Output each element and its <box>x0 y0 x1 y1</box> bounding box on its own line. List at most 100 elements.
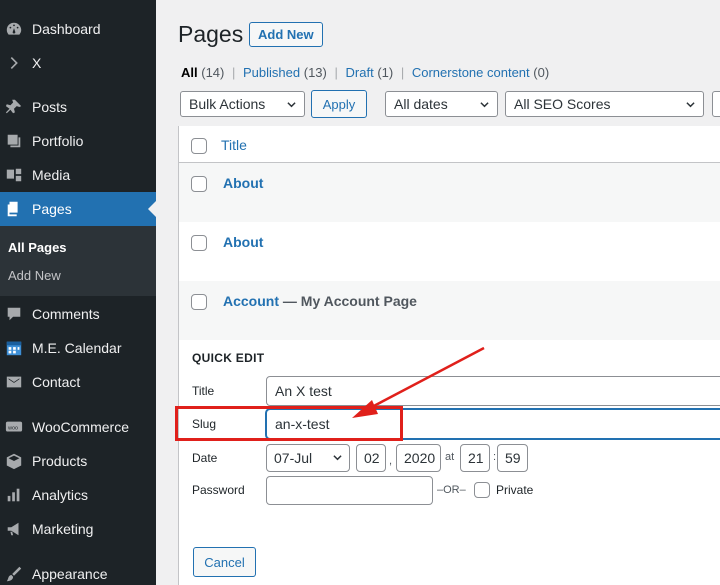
menu-x[interactable]: X <box>0 46 156 80</box>
seo-scores-select[interactable]: All SEO Scores <box>505 91 704 117</box>
menu-products[interactable]: Products <box>0 444 156 478</box>
main-content: Pages Add New All (14) | Published (13) … <box>156 0 720 585</box>
chevron-down-icon <box>333 455 342 461</box>
chevron-right-icon <box>4 53 24 73</box>
password-field-label: Password <box>192 483 245 497</box>
private-label: Private <box>496 483 534 497</box>
pages-icon <box>4 199 24 219</box>
menu-comments[interactable]: Comments <box>0 297 156 331</box>
menu-products-label: Products <box>32 453 88 469</box>
menu-me-calendar[interactable]: M.E. Calendar <box>0 331 156 365</box>
portfolio-icon <box>4 131 24 151</box>
private-checkbox[interactable] <box>474 482 490 498</box>
filter-cornerstone-count: (0) <box>533 65 550 80</box>
pushpin-icon <box>4 97 24 117</box>
table-header: Title <box>179 126 720 163</box>
row-title-text: Account <box>223 293 279 309</box>
add-new-page-button[interactable]: Add New <box>249 22 323 47</box>
title-field-label: Title <box>192 384 215 398</box>
calendar-icon <box>4 338 24 358</box>
menu-dashboard-label: Dashboard <box>32 21 101 37</box>
row-checkbox[interactable] <box>191 235 207 251</box>
envelope-icon <box>4 372 24 392</box>
submenu-add-new[interactable]: Add New <box>8 268 61 283</box>
column-title-header[interactable]: Title <box>221 137 247 153</box>
apply-button[interactable]: Apply <box>311 90 367 118</box>
menu-contact[interactable]: Contact <box>0 365 156 399</box>
date-comma: , <box>389 455 393 467</box>
menu-contact-label: Contact <box>32 374 81 390</box>
dates-filter-value: All dates <box>394 96 448 112</box>
comments-icon <box>4 304 24 324</box>
menu-pages[interactable]: Pages <box>0 192 156 226</box>
menu-portfolio-label: Portfolio <box>32 133 84 149</box>
pages-table: Title About About Account — My Account P… <box>178 126 720 585</box>
menu-marketing-label: Marketing <box>32 521 94 537</box>
quick-edit-heading: QUICK EDIT <box>192 351 265 365</box>
month-select[interactable]: 07-Jul <box>266 444 350 472</box>
menu-analytics[interactable]: Analytics <box>0 478 156 512</box>
filter-published-count: (13) <box>303 65 327 80</box>
or-separator: –OR– <box>437 484 466 496</box>
filter-published[interactable]: Published <box>243 65 300 80</box>
time-colon: : <box>493 451 497 463</box>
menu-woocommerce-label: WooCommerce <box>32 419 129 435</box>
year-input[interactable]: 2020 <box>396 444 441 472</box>
dashboard-icon <box>4 19 24 39</box>
box-icon <box>4 451 24 471</box>
select-all-checkbox[interactable] <box>191 138 207 154</box>
chevron-down-icon <box>287 102 296 108</box>
menu-posts-label: Posts <box>32 99 68 115</box>
seo-scores-value: All SEO Scores <box>514 96 611 112</box>
at-label: at <box>445 451 455 463</box>
filter-draft[interactable]: Draft <box>346 65 374 80</box>
row-title-link[interactable]: About <box>223 234 263 250</box>
menu-pages-label: Pages <box>32 201 72 217</box>
bar-chart-icon <box>4 485 24 505</box>
bulk-actions-select[interactable]: Bulk Actions <box>180 91 305 117</box>
admin-sidebar: Dashboard X Posts Portfolio Media Pages … <box>0 0 156 585</box>
table-row: Account — My Account Page <box>179 281 720 340</box>
row-title-link[interactable]: Account — My Account Page <box>223 293 417 309</box>
cancel-button[interactable]: Cancel <box>193 547 256 577</box>
submenu-all-pages[interactable]: All Pages <box>8 240 67 255</box>
status-filter-links: All (14) | Published (13) | Draft (1) | … <box>181 65 549 80</box>
date-field-label: Date <box>192 451 218 465</box>
day-input[interactable]: 02 <box>356 444 386 472</box>
menu-appearance-label: Appearance <box>32 566 108 582</box>
chevron-down-icon <box>480 102 489 108</box>
month-value: 07-Jul <box>274 450 313 466</box>
hour-input[interactable]: 21 <box>460 444 490 472</box>
filter-separator: | <box>334 65 338 80</box>
row-checkbox[interactable] <box>191 176 207 192</box>
svg-text:woo: woo <box>7 425 18 431</box>
minute-input[interactable]: 59 <box>497 444 528 472</box>
filter-draft-count: (1) <box>377 65 394 80</box>
menu-woocommerce[interactable]: woo WooCommerce <box>0 410 156 444</box>
filter-cornerstone[interactable]: Cornerstone content <box>412 65 530 80</box>
media-icon <box>4 165 24 185</box>
filter-select-partial[interactable] <box>712 91 720 117</box>
title-input[interactable]: An X test <box>266 376 720 406</box>
menu-portfolio[interactable]: Portfolio <box>0 124 156 158</box>
menu-media-label: Media <box>32 167 71 183</box>
menu-marketing[interactable]: Marketing <box>0 512 156 546</box>
password-input[interactable] <box>266 476 433 505</box>
paintbrush-icon <box>4 564 24 584</box>
row-post-state: — My Account Page <box>282 293 417 309</box>
menu-comments-label: Comments <box>32 306 100 322</box>
pages-submenu: All Pages Add New <box>0 226 156 296</box>
menu-media[interactable]: Media <box>0 158 156 192</box>
menu-appearance[interactable]: Appearance <box>0 557 156 585</box>
row-checkbox[interactable] <box>191 294 207 310</box>
table-row: About <box>179 163 720 222</box>
menu-x-label: X <box>32 55 42 71</box>
row-title-text: About <box>223 234 264 250</box>
dates-filter-select[interactable]: All dates <box>385 91 498 117</box>
filter-separator: | <box>400 65 405 80</box>
filter-all[interactable]: All <box>181 65 198 80</box>
row-title-link[interactable]: About <box>223 175 263 191</box>
filter-separator: | <box>232 65 236 80</box>
menu-dashboard[interactable]: Dashboard <box>0 12 156 46</box>
menu-posts[interactable]: Posts <box>0 90 156 124</box>
